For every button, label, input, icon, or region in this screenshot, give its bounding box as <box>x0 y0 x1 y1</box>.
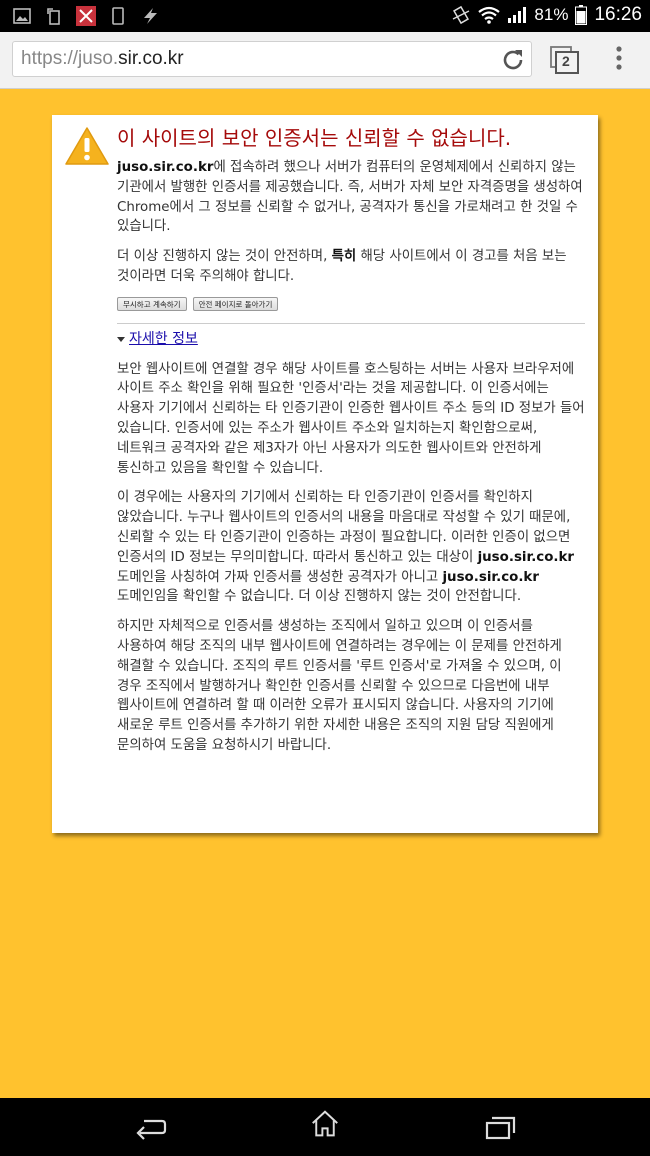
system-status: 81% 16:26 <box>451 4 642 26</box>
image-icon <box>12 6 32 26</box>
proceed-button[interactable]: 무시하고 계속하기 <box>117 296 187 311</box>
safety-message: 더 이상 진행하지 않는 것이 안전하며, 특히 해당 사이트에서 이 경고를 … <box>117 247 585 287</box>
recents-icon[interactable] <box>484 1113 518 1141</box>
signal-icon <box>508 7 527 23</box>
details-2-text-b: 도메인을 사칭하여 가짜 인증서를 생성한 공격자가 아니고 <box>117 569 443 585</box>
app-icon <box>76 6 96 26</box>
warning-content: juso.sir.co.kr에 접속하려 했으나 서버가 컴퓨터의 운영체제에서… <box>117 158 585 766</box>
notification-icons <box>12 6 160 26</box>
reload-icon[interactable] <box>500 47 526 73</box>
clock: 16:26 <box>594 4 642 25</box>
url-scheme: https://juso. <box>21 48 119 69</box>
tab-switcher-button[interactable]: 2 <box>550 46 580 74</box>
host-name: juso.sir.co.kr <box>117 160 214 175</box>
navigation-bar <box>0 1098 650 1156</box>
back-to-safety-button[interactable]: 안전 페이지로 돌아가기 <box>192 296 279 311</box>
phone-icon <box>108 6 128 26</box>
details-link[interactable]: 자세한 정보 <box>129 330 198 350</box>
safety-emphasis: 특히 <box>331 249 357 265</box>
back-icon[interactable] <box>134 1113 168 1141</box>
details-2-text-c: 도메인임을 확인할 수 없습니다. 더 이상 진행하지 않는 것이 안전합니다. <box>117 589 522 605</box>
details-paragraph-1: 보안 웹사이트에 연결할 경우 해당 사이트를 호스팅하는 서버는 사용자 브라… <box>117 361 585 476</box>
status-bar: 81% 16:26 <box>0 0 650 32</box>
details-toggle[interactable]: 자세한 정보 <box>117 330 585 350</box>
triangle-down-icon <box>117 337 125 343</box>
url-host: sir.co.kr <box>118 48 184 69</box>
divider <box>117 322 585 324</box>
safety-text-a: 더 이상 진행하지 않는 것이 안전하며, <box>117 249 332 265</box>
warning-icon <box>65 127 109 165</box>
home-icon[interactable] <box>308 1110 342 1138</box>
overflow-menu-icon[interactable] <box>614 45 624 73</box>
action-buttons: 무시하고 계속하기 안전 페이지로 돌아가기 <box>117 296 585 311</box>
wifi-icon <box>478 6 501 24</box>
ssl-warning-card: 이 사이트의 보안 인증서는 신뢰할 수 없습니다. juso.sir.co.k… <box>52 115 598 833</box>
flash-icon <box>140 6 160 26</box>
page-title: 이 사이트의 보안 인증서는 신뢰할 수 없습니다. <box>117 126 512 150</box>
vibrate-icon <box>453 5 470 25</box>
url-bar[interactable]: https://juso.sir.co.kr <box>12 41 532 77</box>
battery-percent: 81% <box>534 5 569 24</box>
details-paragraph-2: 이 경우에는 사용자의 기기에서 신뢰하는 타 인증기관이 인증서를 확인하지 … <box>117 488 585 607</box>
details-2-host-2: juso.sir.co.kr <box>442 569 539 585</box>
details-paragraph-3: 하지만 자체적으로 인증서를 생성하는 조직에서 일하고 있으며 이 인증서를 … <box>117 619 562 753</box>
main-message: juso.sir.co.kr에 접속하려 했으나 서버가 컴퓨터의 운영체제에서… <box>117 158 585 237</box>
details-2-host-1: juso.sir.co.kr <box>477 549 575 565</box>
screen-rotate-icon <box>44 6 64 26</box>
battery-icon <box>575 5 588 25</box>
tab-count: 2 <box>562 53 570 69</box>
